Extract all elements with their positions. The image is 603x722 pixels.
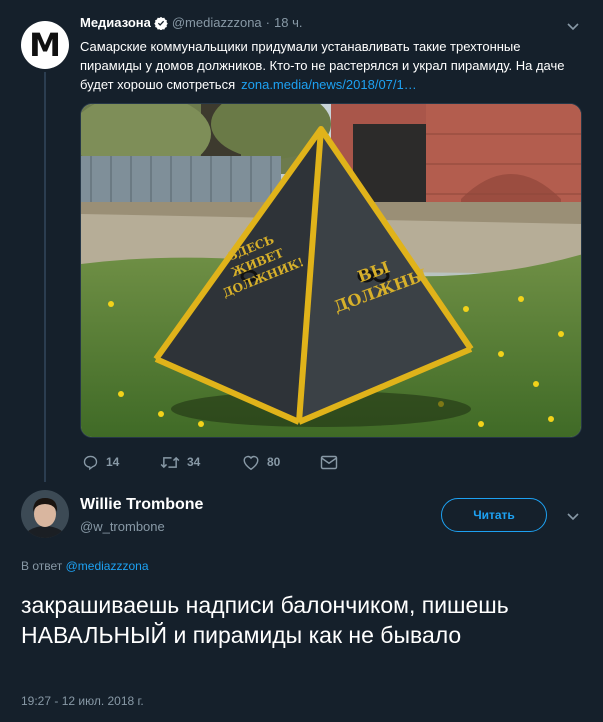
- reply-icon: [83, 455, 98, 470]
- tweet-link[interactable]: zona.media/news/2018/07/1…: [241, 77, 417, 92]
- tweet-menu-chevron-down-icon[interactable]: [565, 18, 581, 34]
- separator-dot: ·: [265, 15, 270, 30]
- retweet-count: 34: [187, 455, 201, 469]
- author-name[interactable]: Медиазона: [80, 15, 151, 30]
- tweet-time[interactable]: 18 ч.: [274, 15, 302, 30]
- tweet-header: Медиазона @mediazzzona · 18 ч.: [80, 15, 580, 30]
- retweet-icon: [160, 456, 180, 468]
- tweet-actions: 14 34 80: [80, 452, 380, 472]
- willie-trombone-avatar[interactable]: [21, 490, 69, 538]
- reply-count: 14: [106, 455, 120, 469]
- mediazona-avatar[interactable]: M: [21, 21, 69, 69]
- tweet-photo[interactable]: ЗДЕСЬ ЖИВЕТ ДОЛЖНИК! ВЫ ДОЛЖНЫ: [80, 103, 582, 438]
- reply-to-line: В ответ @mediazzzona: [21, 559, 149, 573]
- reply-action[interactable]: 14: [82, 452, 119, 472]
- verified-badge-icon: [154, 16, 168, 30]
- reply-menu-chevron-down-icon[interactable]: [565, 508, 581, 524]
- like-count: 80: [267, 455, 281, 469]
- reply-to-prefix: В ответ: [21, 559, 63, 573]
- follow-button[interactable]: Читать: [441, 498, 547, 532]
- heart-icon: [243, 455, 259, 470]
- direct-message-action[interactable]: [320, 452, 338, 472]
- reply-author-name[interactable]: Willie Trombone: [80, 496, 203, 514]
- reply-text: закрашиваешь надписи балончиком, пишешь …: [21, 592, 509, 648]
- reply-to-mention[interactable]: @mediazzzona: [66, 559, 149, 573]
- reply-timestamp[interactable]: 19:27 - 12 июл. 2018 г.: [21, 694, 144, 708]
- thread-connector-line: [44, 72, 46, 482]
- retweet-action[interactable]: 34: [160, 452, 200, 472]
- tweet-text: Самарские коммунальщики придумали устана…: [80, 37, 580, 94]
- author-handle[interactable]: @mediazzzona: [172, 15, 262, 30]
- like-action[interactable]: 80: [242, 452, 280, 472]
- avatar-letter: M: [29, 26, 61, 64]
- reply-author-handle[interactable]: @w_trombone: [80, 519, 165, 534]
- envelope-icon: [320, 455, 338, 469]
